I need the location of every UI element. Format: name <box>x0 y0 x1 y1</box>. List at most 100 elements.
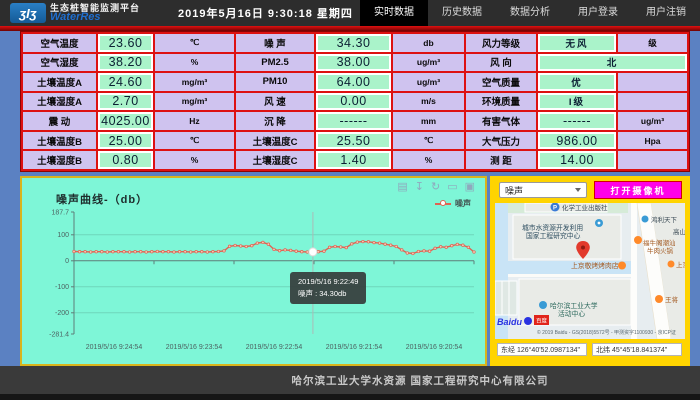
sensor-value: 北 <box>538 54 687 72</box>
map-poi-label: 城市水资源开发利用 <box>522 223 583 232</box>
app-header: ʒƖʒ 生态桩智能监测平台 WaterRes 2019年5月16日 9:30:1… <box>0 0 700 26</box>
sensor-unit: 级 <box>618 34 687 52</box>
sensor-value: 34.30 <box>316 34 391 52</box>
nav-realtime-data[interactable]: 实时数据 <box>360 0 428 26</box>
svg-text:2019/5/16 9:20:54: 2019/5/16 9:20:54 <box>406 344 463 351</box>
sensor-label: 大气压力 <box>466 132 536 150</box>
sensor-label: 测 距 <box>466 151 536 169</box>
data-view-icon[interactable]: ▤ <box>397 180 407 194</box>
sensor-value: 25.00 <box>98 132 153 150</box>
map-canvas[interactable]: P 化学工业出版社 城市水资源开发利用 国家工程研究中心 鸿利天下 高山 福牛阁… <box>495 203 685 339</box>
nav-history-data[interactable]: 历史数据 <box>428 0 496 26</box>
nav-user-logout[interactable]: 用户注销 <box>632 0 700 26</box>
sensor-value: I级 <box>538 93 616 111</box>
sensor-value: 4025.00 <box>98 112 153 130</box>
app-logo: ʒƖʒ 生态桩智能监测平台 WaterRes <box>10 3 140 23</box>
svg-text:-100: -100 <box>55 284 69 291</box>
baidu-logo: Baidu <box>497 317 523 327</box>
map-poi-label: 活动中心 <box>558 309 585 318</box>
restaurant-icon <box>634 236 642 244</box>
map-poi-label: 上京 <box>676 260 685 269</box>
sensor-label: 风 速 <box>236 93 314 111</box>
data-zoom-icon[interactable]: ▭ <box>447 180 457 194</box>
map-poi-label: 化学工业出版社 <box>562 203 608 212</box>
sensor-value: 1.40 <box>316 151 391 169</box>
poi-icon <box>642 216 649 223</box>
sensor-unit <box>618 93 687 111</box>
chevron-down-icon <box>575 188 581 192</box>
map-poi-label: 上京敬烤烤肉店 <box>571 261 619 270</box>
save-image-icon[interactable]: ↧ <box>415 180 424 194</box>
map-poi-label: 王将 <box>665 295 679 304</box>
sensor-unit: ug/m³ <box>393 73 464 91</box>
sensor-value: 0.80 <box>98 151 153 169</box>
chart-title: 噪声曲线-（db） <box>56 191 148 207</box>
nav-user-login[interactable]: 用户登录 <box>564 0 632 26</box>
sensor-unit: % <box>393 151 464 169</box>
sensor-unit: ug/m³ <box>618 112 687 130</box>
sensor-unit <box>618 151 687 169</box>
map-poi-label: 牛肉火锅 <box>647 246 674 255</box>
baidu-paw-icon <box>524 317 532 325</box>
sensor-value: 23.60 <box>98 34 153 52</box>
sensor-label: 沉 降 <box>236 112 314 130</box>
svg-text:-281.4: -281.4 <box>49 331 69 338</box>
app-subtitle: WaterRes <box>50 12 140 23</box>
sensor-unit: % <box>155 54 234 72</box>
noise-chart[interactable]: 187.71000-100-200-281.42019/5/16 9:24:54… <box>26 206 484 360</box>
sensor-unit: ℃ <box>155 34 234 52</box>
noise-chart-panel: ▤↧↻▭▣ 噪声曲线-（db） 噪声 187.71000-100-200-281… <box>20 176 487 366</box>
sensor-value: 2.70 <box>98 93 153 111</box>
svg-text:187.7: 187.7 <box>51 209 69 216</box>
svg-text:-200: -200 <box>55 310 69 317</box>
svg-text:百度: 百度 <box>536 317 548 325</box>
sensor-label: 震 动 <box>23 112 96 130</box>
sensor-label: PM10 <box>236 73 314 91</box>
sensor-select[interactable]: 噪声 <box>499 182 587 198</box>
svg-text:2019/5/16 9:21:54: 2019/5/16 9:21:54 <box>326 344 383 351</box>
sensor-label: 空气温度 <box>23 34 96 52</box>
sensor-unit: ug/m³ <box>393 54 464 72</box>
sensor-label: 空气质量 <box>466 73 536 91</box>
nav-data-analysis[interactable]: 数据分析 <box>496 0 564 26</box>
restaurant-icon <box>618 262 626 270</box>
chart-toolbox: ▤ ↧ ↻ ▭ ▣ <box>397 180 475 194</box>
map-poi-label: 福牛阁潮汕 <box>643 238 676 247</box>
sensor-value: 0.00 <box>316 93 391 111</box>
longitude-field[interactable]: 东经 126°40'52.0987134" <box>497 343 587 356</box>
sensor-value: 38.20 <box>98 54 153 72</box>
map-panel: 噪声 打开摄像机 P 化学工业出版社 城市水资源开发利用 国家工程研究中 <box>490 176 690 366</box>
tooltip-value: 噪声 : 34.30db <box>298 288 358 300</box>
sensor-unit: mg/m³ <box>155 73 234 91</box>
sensor-unit: Hpa <box>618 132 687 150</box>
zoom-reset-icon[interactable]: ▣ <box>465 180 475 194</box>
map-poi-label: 哈尔滨工业大学 <box>550 301 598 310</box>
map-attribution: © 2019 Baidu - GS(2018)5572号 - 甲测资字11009… <box>537 329 676 336</box>
latitude-field[interactable]: 北纬 45°45'18.841374" <box>592 343 682 356</box>
sensor-label: 土壤温度B <box>23 132 96 150</box>
sensor-value: 38.00 <box>316 54 391 72</box>
header-datetime: 2019年5月16日 9:30:18 星期四 <box>178 5 353 21</box>
restore-icon[interactable]: ↻ <box>431 180 440 194</box>
sensor-unit: ℃ <box>155 132 234 150</box>
sensor-value: 64.00 <box>316 73 391 91</box>
legend-line-marker-icon <box>435 203 451 205</box>
sensor-value: 24.60 <box>98 73 153 91</box>
sensor-select-value: 噪声 <box>505 184 523 197</box>
sensor-label: 土壤温度A <box>23 73 96 91</box>
open-camera-button[interactable]: 打开摄像机 <box>594 181 682 199</box>
sensor-label: 土壤湿度A <box>23 93 96 111</box>
baidu-map[interactable]: P 化学工业出版社 城市水资源开发利用 国家工程研究中心 鸿利天下 高山 福牛阁… <box>495 203 685 339</box>
map-poi-label: 鸿利天下 <box>651 215 678 224</box>
sensor-label: 风力等级 <box>466 34 536 52</box>
restaurant-icon <box>655 295 663 303</box>
sensor-label: 有害气体 <box>466 112 536 130</box>
sensor-unit: db <box>393 34 464 52</box>
main-nav: 实时数据历史数据数据分析用户登录用户注销 <box>360 0 700 26</box>
sensor-table: 空气温度23.60℃噪 声34.30db风力等级无风级空气湿度38.20%PM2… <box>20 31 690 172</box>
chart-tooltip: 2019/5/16 9:22:49 噪声 : 34.30db <box>290 272 366 304</box>
sensor-value: 986.00 <box>538 132 616 150</box>
map-poi-label: 高山 <box>673 227 685 236</box>
sensor-value: 无风 <box>538 34 616 52</box>
svg-text:0: 0 <box>65 258 69 265</box>
